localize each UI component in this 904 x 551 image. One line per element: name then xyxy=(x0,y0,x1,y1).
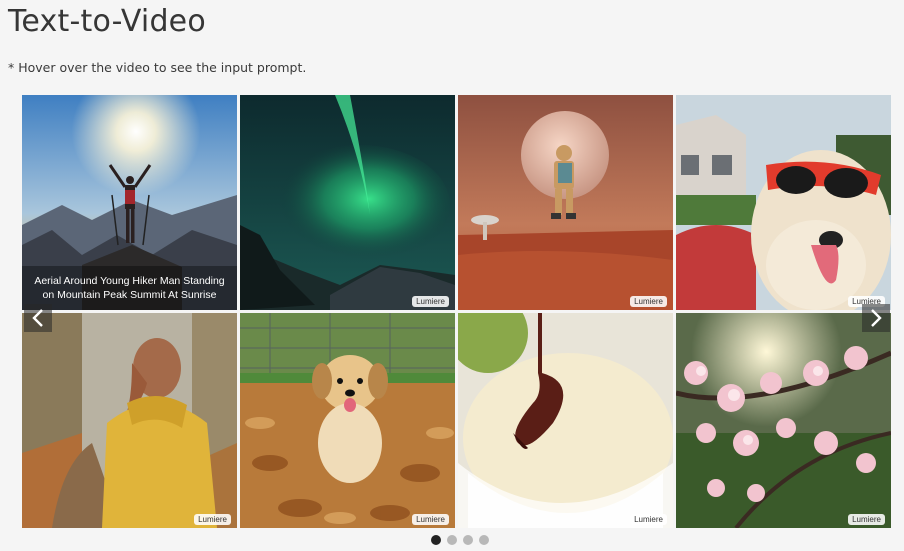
puppy-thumbnail xyxy=(240,313,455,528)
video-tile-hiker[interactable]: Aerial Around Young Hiker Man Standing o… xyxy=(22,95,237,310)
prev-button[interactable] xyxy=(24,304,52,332)
model-badge: Lumiere xyxy=(412,514,449,525)
model-badge: Lumiere xyxy=(194,514,231,525)
model-badge: Lumiere xyxy=(630,296,667,307)
model-badge: Lumiere xyxy=(848,514,885,525)
chevron-left-icon xyxy=(32,309,43,327)
aurora-thumbnail xyxy=(240,95,455,310)
video-tile-ice-cream[interactable]: Lumiere xyxy=(458,313,673,528)
video-tile-dog-sunglasses[interactable]: Lumiere xyxy=(676,95,891,310)
ice-cream-thumbnail xyxy=(458,313,673,528)
dog-sunglasses-thumbnail xyxy=(676,95,891,310)
next-button[interactable] xyxy=(862,304,890,332)
video-tile-astronaut[interactable]: Lumiere xyxy=(458,95,673,310)
blossoms-thumbnail xyxy=(676,313,891,528)
pagination-dot-4[interactable] xyxy=(479,535,489,545)
video-tile-aurora[interactable]: Lumiere xyxy=(240,95,455,310)
model-badge: Lumiere xyxy=(630,514,667,525)
yellow-jacket-thumbnail xyxy=(22,313,237,528)
video-tile-blossoms[interactable]: Lumiere xyxy=(676,313,891,528)
pagination-dots xyxy=(431,535,489,545)
video-tile-yellow-jacket[interactable]: Lumiere xyxy=(22,313,237,528)
pagination-dot-3[interactable] xyxy=(463,535,473,545)
pagination-dot-1[interactable] xyxy=(431,535,441,545)
astronaut-thumbnail xyxy=(458,95,673,310)
hover-hint: * Hover over the video to see the input … xyxy=(8,60,307,75)
page-title: Text-to-Video xyxy=(8,4,206,39)
model-badge: Lumiere xyxy=(412,296,449,307)
prompt-caption: Aerial Around Young Hiker Man Standing o… xyxy=(22,266,237,310)
pagination-dot-2[interactable] xyxy=(447,535,457,545)
video-tile-puppy[interactable]: Lumiere xyxy=(240,313,455,528)
chevron-right-icon xyxy=(871,309,882,327)
video-carousel: Aerial Around Young Hiker Man Standing o… xyxy=(22,95,891,528)
